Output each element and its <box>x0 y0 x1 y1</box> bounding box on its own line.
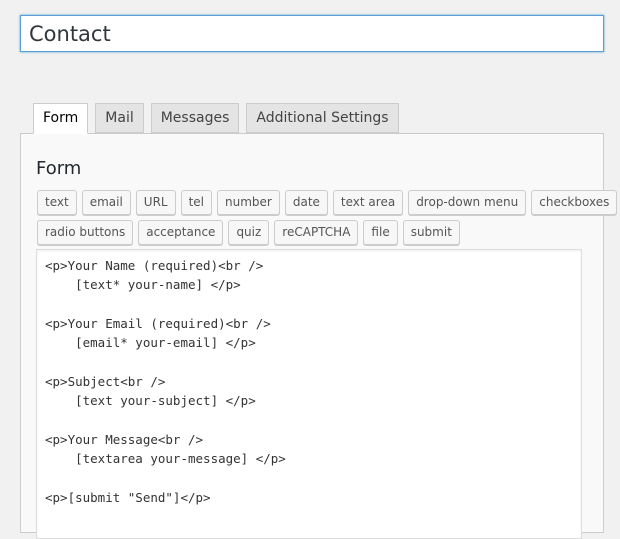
tag-button-drop-down-menu[interactable]: drop-down menu <box>408 190 527 215</box>
tag-button-email[interactable]: email <box>81 190 131 215</box>
tab-messages[interactable]: Messages <box>150 103 240 133</box>
tag-button-acceptance[interactable]: acceptance <box>138 220 224 245</box>
tag-button-url[interactable]: URL <box>135 190 176 215</box>
tag-button-number[interactable]: number <box>217 190 280 215</box>
tab-form[interactable]: Form <box>33 103 89 134</box>
code-line: [text* your-name] </p> <box>45 277 241 293</box>
tag-button-submit[interactable]: submit <box>402 220 460 245</box>
tag-generator-row-2: radio buttons acceptance quiz reCAPTCHA … <box>37 220 460 245</box>
tag-button-tel[interactable]: tel <box>180 190 213 215</box>
panel-heading: Form <box>36 158 82 179</box>
form-template-editor[interactable]: <p>Your Name (required)<br /> [text* you… <box>36 249 582 539</box>
code-line: [text your-subject] </p> <box>45 393 256 409</box>
tag-button-text[interactable]: text <box>37 190 77 215</box>
form-panel: Form text email URL tel number date text… <box>20 133 618 539</box>
tag-button-file[interactable]: file <box>363 220 398 245</box>
tag-button-quiz[interactable]: quiz <box>228 220 270 245</box>
code-line: [textarea your-message] </p> <box>45 450 286 466</box>
code-line: <p>Subject<br /> <box>45 373 166 389</box>
code-line: <p>Your Email (required)<br /> <box>45 315 271 331</box>
tag-button-recaptcha[interactable]: reCAPTCHA <box>274 220 359 245</box>
tag-button-checkboxes[interactable]: checkboxes <box>531 190 618 215</box>
editor-tabs: Form Mail Messages Additional Settings <box>33 103 399 134</box>
code-line: <p>Your Message<br /> <box>45 431 204 447</box>
tag-button-radio-buttons[interactable]: radio buttons <box>37 220 134 245</box>
tag-button-date[interactable]: date <box>284 190 328 215</box>
tag-button-text-area[interactable]: text area <box>332 190 404 215</box>
form-title-input[interactable] <box>20 15 604 52</box>
tab-additional-settings[interactable]: Additional Settings <box>246 103 399 133</box>
code-line: <p>[submit "Send"]</p> <box>45 489 211 505</box>
tag-generator-row-1: text email URL tel number date text area… <box>37 190 618 215</box>
code-line: [email* your-email] </p> <box>45 335 256 351</box>
tab-mail[interactable]: Mail <box>95 103 144 133</box>
code-line: <p>Your Name (required)<br /> <box>45 258 264 273</box>
